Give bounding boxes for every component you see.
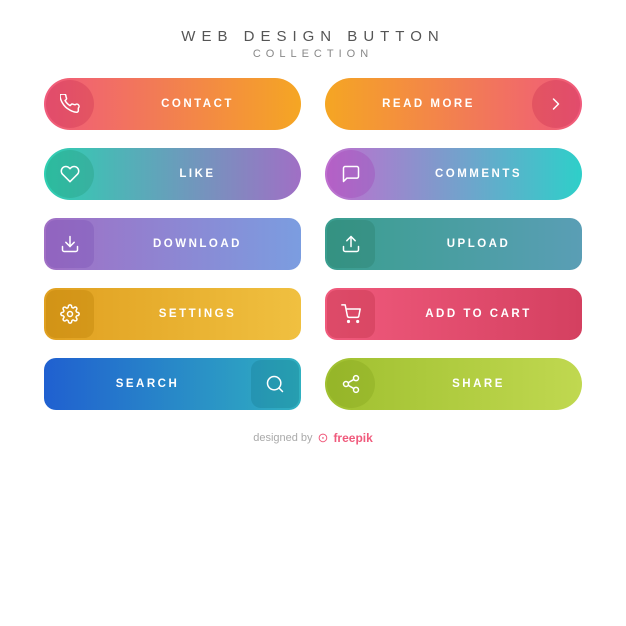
upload-button[interactable]: UPLOAD (325, 218, 582, 270)
search-button[interactable]: SEARCH (44, 358, 301, 410)
readmore-button[interactable]: READ MORE (325, 78, 582, 130)
readmore-label: READ MORE (325, 98, 532, 110)
upload-label: UPLOAD (375, 238, 582, 250)
readmore-icon (532, 80, 580, 128)
settings-icon (46, 290, 94, 338)
settings-button[interactable]: SETTINGS (44, 288, 301, 340)
like-icon (46, 150, 94, 198)
header: WEB DESIGN BUTTON COLLECTION (181, 28, 444, 60)
like-button[interactable]: LIKE (44, 148, 301, 200)
share-icon (327, 360, 375, 408)
contact-icon (46, 80, 94, 128)
addtocart-icon (327, 290, 375, 338)
addtocart-button[interactable]: ADD TO CART (325, 288, 582, 340)
footer-logo-icon: ⊙ (318, 430, 329, 446)
share-button[interactable]: SHARE (325, 358, 582, 410)
comments-icon (327, 150, 375, 198)
like-label: LIKE (94, 168, 301, 180)
download-button[interactable]: DOWNLOAD (44, 218, 301, 270)
contact-label: CONTACT (94, 98, 301, 110)
comments-button[interactable]: COMMENTS (325, 148, 582, 200)
settings-label: SETTINGS (94, 308, 301, 320)
buttons-grid: CONTACT READ MORE LIKE COMMENTS (0, 78, 626, 410)
footer-text: designed by (253, 432, 312, 444)
download-icon (46, 220, 94, 268)
footer: designed by ⊙ freepik (253, 430, 373, 446)
footer-brand: freepik (333, 431, 372, 445)
contact-button[interactable]: CONTACT (44, 78, 301, 130)
addtocart-label: ADD TO CART (375, 308, 582, 320)
download-label: DOWNLOAD (94, 238, 301, 250)
page-title: WEB DESIGN BUTTON (181, 28, 444, 45)
search-label: SEARCH (44, 378, 251, 390)
comments-label: COMMENTS (375, 168, 582, 180)
upload-icon (327, 220, 375, 268)
share-label: SHARE (375, 378, 582, 390)
search-icon (251, 360, 299, 408)
page-subtitle: COLLECTION (181, 48, 444, 60)
